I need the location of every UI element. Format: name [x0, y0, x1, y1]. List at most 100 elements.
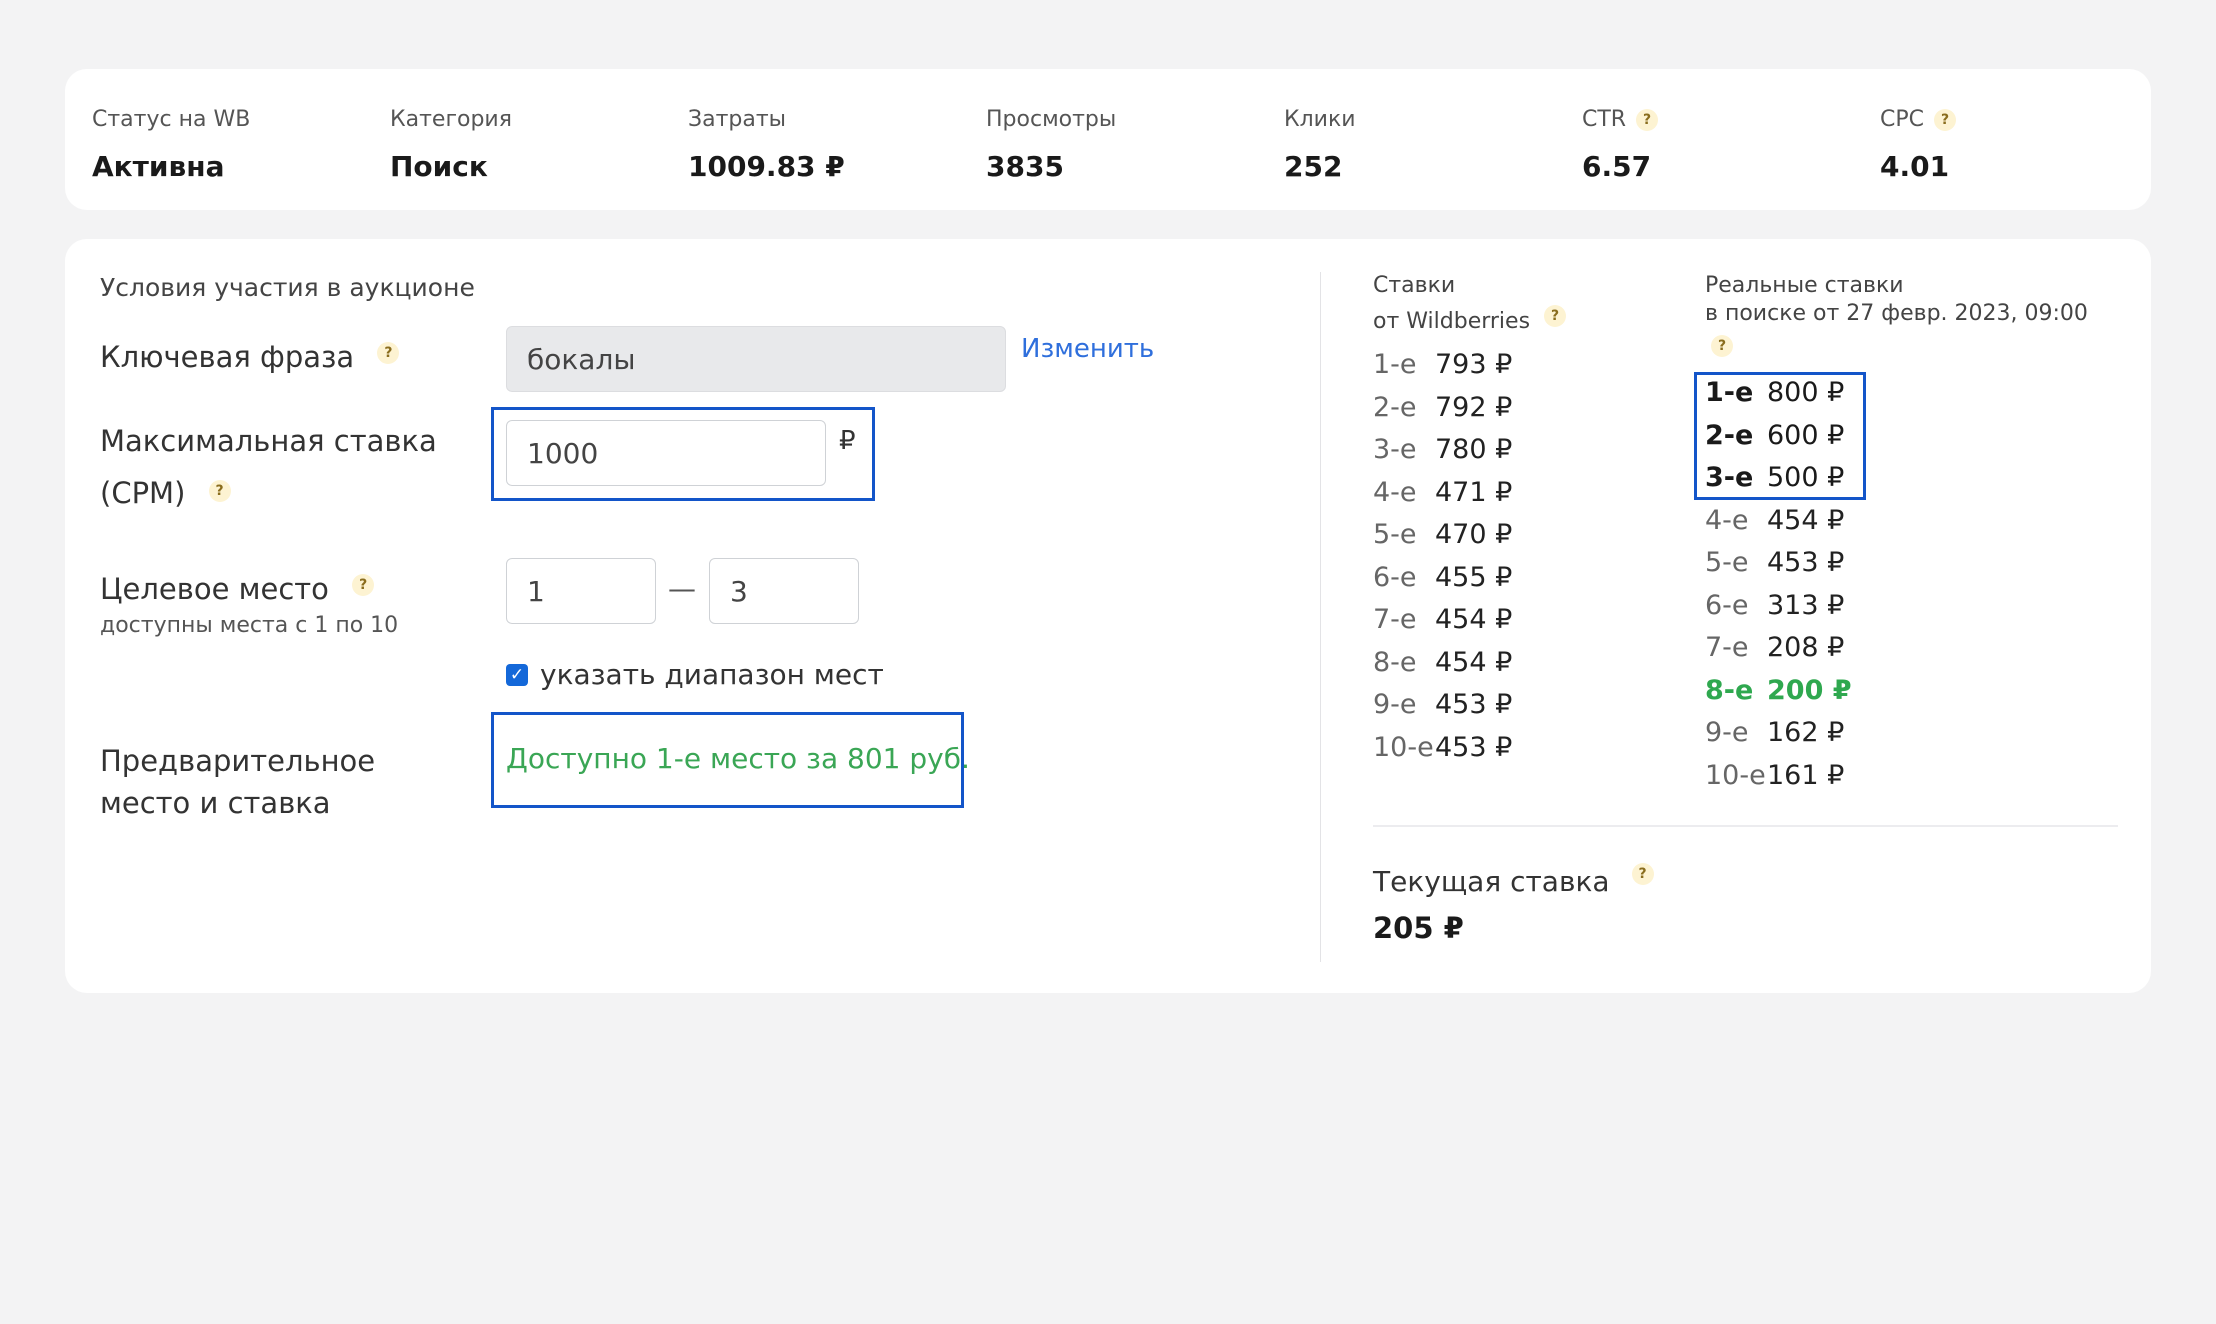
help-icon[interactable]: ? [377, 342, 400, 364]
stat-value: 4.01 [1880, 150, 1950, 183]
change-keyword-link[interactable]: Изменить [1021, 334, 1154, 364]
section-title: Условия участия в аукционе [100, 273, 475, 302]
wb-rate-value: 453 ₽ [1435, 689, 1513, 720]
stat-ctr: CTR ? 6.57 [1582, 107, 1659, 183]
preview-label-2: место и ставка [100, 786, 331, 820]
real-rate-value: 161 ₽ [1767, 759, 1845, 791]
wb-rate-value: 454 ₽ [1435, 646, 1513, 678]
target-from-input[interactable]: 1 [506, 558, 656, 624]
help-icon[interactable]: ? [1934, 108, 1956, 131]
real-rates-subtitle: в поиске от 27 февр. 2023, 09:00 [1705, 301, 2088, 326]
range-checkbox-row[interactable]: ✓ указать диапазон мест [506, 658, 884, 691]
stats-card: Статус на WB Активна Категория Поиск Зат… [65, 69, 2151, 210]
stat-label: Категория [390, 107, 512, 132]
wb-rates-title: Ставки [1373, 273, 1456, 298]
range-checkbox-label: указать диапазон мест [540, 658, 884, 691]
wb-rate-place: 2-е [1373, 391, 1417, 423]
real-rate-row: 4-е 454 ₽ [1705, 505, 1844, 536]
target-label-row: Целевое место ? [100, 563, 375, 615]
help-icon[interactable]: ? [208, 480, 231, 502]
real-rate-place: 4-е [1705, 504, 1749, 536]
stat-cpc: CPC ? 4.01 [1880, 107, 1956, 183]
range-checkbox[interactable]: ✓ [506, 663, 528, 686]
wb-rate-value: 470 ₽ [1435, 519, 1513, 550]
keyword-label-row: Ключевая фраза ? [100, 331, 400, 383]
wb-rate-value: 455 ₽ [1435, 561, 1513, 593]
real-rate-row: 3-е 500 ₽ [1705, 462, 1844, 493]
stat-value: 252 [1284, 150, 1343, 183]
stat-views: Просмотры 3835 [986, 107, 1116, 183]
help-icon[interactable]: ? [352, 574, 375, 596]
real-rate-place: 9-е [1705, 717, 1749, 748]
real-rate-value: 313 ₽ [1767, 589, 1845, 621]
wb-rate-place: 5-е [1373, 519, 1417, 550]
max-bid-input[interactable]: 1000 [506, 420, 826, 486]
real-rate-row: 7-е 208 ₽ [1705, 632, 1844, 663]
wb-rate-row: 2-е 792 ₽ [1373, 392, 1512, 423]
stat-value: Поиск [390, 150, 488, 183]
wb-rate-row: 8-е 454 ₽ [1373, 647, 1512, 678]
real-rate-value: 208 ₽ [1767, 632, 1845, 663]
wb-rate-row: 9-е 453 ₽ [1373, 689, 1512, 720]
stat-value: 6.57 [1582, 150, 1652, 183]
range-dash: — [668, 572, 696, 605]
max-bid-label-cpm: (CPM) [100, 476, 186, 510]
wb-rate-row: 5-е 470 ₽ [1373, 519, 1512, 550]
wb-rate-row: 3-е 780 ₽ [1373, 434, 1512, 465]
max-bid-label-row: (CPM) ? [100, 467, 231, 519]
max-bid-value: 1000 [527, 436, 599, 470]
real-rate-value: 454 ₽ [1767, 504, 1845, 536]
wb-rate-row: 1-е 793 ₽ [1373, 349, 1512, 380]
real-rate-place: 8-е [1705, 674, 1754, 706]
column-divider [1320, 272, 1321, 962]
stat-value: 3835 [986, 150, 1064, 183]
wb-rate-value: 471 ₽ [1435, 476, 1513, 508]
preview-text: Доступно 1-е место за 801 руб. [506, 742, 970, 775]
horizontal-divider [1373, 825, 2118, 827]
target-from-value: 1 [527, 574, 545, 608]
stat-label: Просмотры [986, 107, 1117, 132]
real-rate-value: 500 ₽ [1767, 462, 1845, 493]
real-rate-row: 9-е 162 ₽ [1705, 717, 1844, 748]
real-rate-row: 1-е 800 ₽ [1705, 377, 1844, 408]
target-to-input[interactable]: 3 [709, 558, 859, 624]
current-bid-label: Текущая ставка [1373, 865, 1610, 898]
keyword-label: Ключевая фраза [100, 340, 355, 374]
help-icon[interactable]: ? [1631, 862, 1654, 885]
stat-status: Статус на WB Активна [92, 107, 250, 183]
real-rate-row: 10-е 161 ₽ [1705, 760, 1844, 791]
help-icon[interactable]: ? [1636, 108, 1659, 131]
wb-rates-subtitle: от Wildberries [1373, 309, 1531, 334]
wb-rate-value: 793 ₽ [1435, 349, 1513, 380]
wb-rate-place: 1-е [1373, 349, 1417, 380]
wb-rates-title-row: от Wildberries ? [1373, 304, 1567, 334]
stat-label: Клики [1284, 107, 1356, 132]
keyword-input[interactable]: бокалы [506, 326, 1006, 392]
current-bid-label-row: Текущая ставка ? [1373, 862, 1654, 898]
real-rate-place: 10-е [1705, 759, 1766, 791]
wb-rate-value: 792 ₽ [1435, 391, 1513, 423]
real-rate-place: 6-е [1705, 589, 1749, 621]
real-rate-place: 5-е [1705, 547, 1749, 578]
real-rate-row: 5-е 453 ₽ [1705, 547, 1844, 578]
stat-label: Затраты [688, 107, 787, 132]
real-rates-title: Реальные ставки [1705, 273, 1904, 298]
stat-label: CPC [1880, 107, 1924, 132]
auction-card: Условия участия в аукционе Ключевая фраз… [65, 239, 2151, 993]
current-bid-value: 205 ₽ [1373, 911, 1464, 945]
wb-rate-place: 7-е [1373, 604, 1417, 635]
real-rate-row: 8-е 200 ₽ [1705, 675, 1852, 706]
wb-rate-place: 9-е [1373, 689, 1417, 720]
wb-rate-row: 7-е 454 ₽ [1373, 604, 1512, 635]
stat-costs: Затраты 1009.83 ₽ [688, 107, 845, 183]
wb-rate-place: 10-е [1373, 731, 1434, 763]
help-icon[interactable]: ? [1544, 304, 1567, 327]
target-label: Целевое место [100, 572, 329, 606]
real-rate-row: 6-е 313 ₽ [1705, 590, 1844, 621]
target-sublabel: доступны места с 1 по 10 [100, 613, 399, 638]
real-rate-value: 600 ₽ [1767, 419, 1845, 451]
wb-rate-value: 453 ₽ [1435, 731, 1513, 763]
help-icon[interactable]: ? [1711, 335, 1733, 357]
real-rate-place: 7-е [1705, 632, 1749, 663]
keyword-value: бокалы [527, 342, 636, 376]
